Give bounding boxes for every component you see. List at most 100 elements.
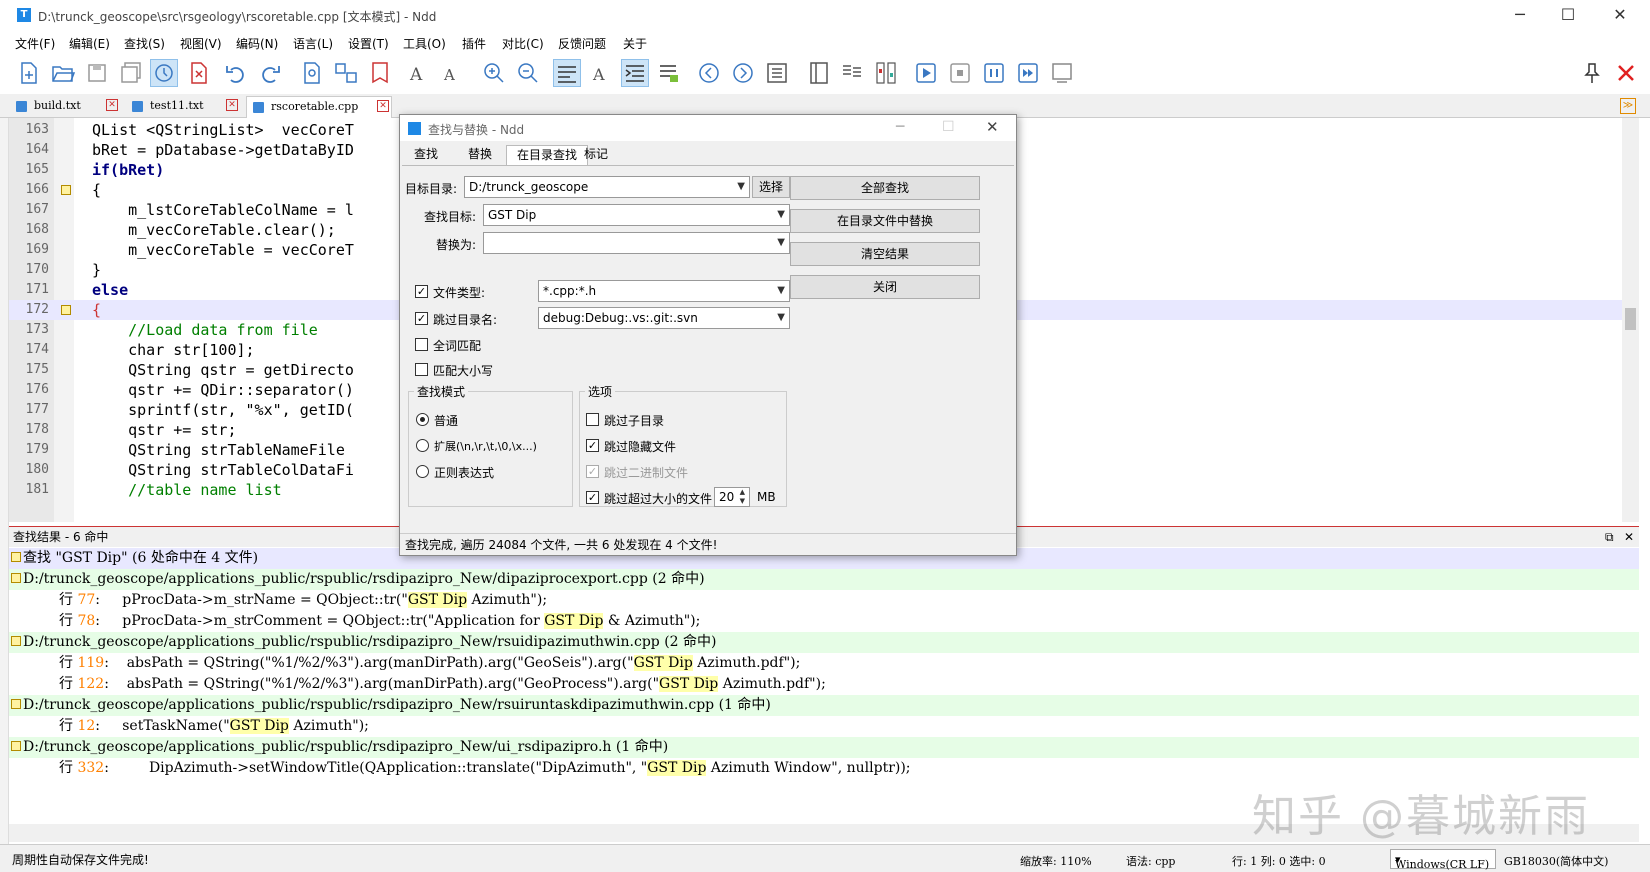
scroll-thumb[interactable] xyxy=(1625,308,1636,330)
result-file[interactable]: D:/trunck_geoscope/applications_public/r… xyxy=(9,569,1639,590)
collapse-icon[interactable] xyxy=(11,573,21,583)
zoom-out-icon[interactable] xyxy=(514,59,542,87)
collapse-icon[interactable] xyxy=(11,699,21,709)
doc-map-icon[interactable] xyxy=(655,59,683,87)
tab-test11-txt[interactable]: test11.txt ✕ xyxy=(126,96,242,118)
minimize-button[interactable]: ─ xyxy=(1500,4,1540,28)
filetype-combo[interactable]: *.cpp:*.h ▼ xyxy=(538,280,790,302)
open-folder-icon[interactable] xyxy=(49,59,77,87)
pin-icon[interactable] xyxy=(1578,59,1606,87)
dialog-minimize-button[interactable]: ─ xyxy=(896,119,904,135)
prev-icon[interactable] xyxy=(695,59,723,87)
mode-normal-radio[interactable] xyxy=(416,413,429,426)
result-hit[interactable]: 行 12: setTaskName("GST Dip Azimuth"); xyxy=(9,716,1639,737)
result-hit[interactable]: 行 78: pProcData->m_strComment = QObject:… xyxy=(9,611,1639,632)
result-file[interactable]: D:/trunck_geoscope/applications_public/r… xyxy=(9,737,1639,758)
tab-find[interactable]: 查找 xyxy=(404,145,448,165)
size-spinbox[interactable]: 20 ▲ ▼ xyxy=(714,487,750,507)
float-panel-icon[interactable]: ⧉ xyxy=(1605,527,1614,547)
tab-mark[interactable]: 标记 xyxy=(574,145,618,165)
fast-forward-icon[interactable] xyxy=(1014,59,1042,87)
editor-vertical-scrollbar[interactable] xyxy=(1622,118,1639,522)
menu-feedback[interactable]: 反馈问题 xyxy=(558,35,606,52)
menu-language[interactable]: 语言(L) xyxy=(293,35,333,52)
indent-guide-icon[interactable] xyxy=(621,59,649,87)
play-macro-icon[interactable] xyxy=(912,59,940,87)
menu-settings[interactable]: 设置(T) xyxy=(348,35,389,52)
panel-left-icon[interactable] xyxy=(805,59,833,87)
find-file-icon[interactable] xyxy=(298,59,326,87)
collapse-icon[interactable] xyxy=(11,741,21,751)
zoom-in-icon[interactable] xyxy=(480,59,508,87)
skip-large-checkbox[interactable]: ✓ xyxy=(586,491,599,504)
skip-hidden-checkbox[interactable]: ✓ xyxy=(586,439,599,452)
diff-icon[interactable] xyxy=(838,59,866,87)
pause-icon[interactable] xyxy=(980,59,1008,87)
menu-compare[interactable]: 对比(C) xyxy=(502,35,544,52)
tab-replace[interactable]: 替换 xyxy=(458,145,502,165)
stop-macro-icon[interactable] xyxy=(946,59,974,87)
result-hit[interactable]: 行 122: absPath = QString("%1/%2/%3").arg… xyxy=(9,674,1639,695)
close-window-button[interactable]: ✕ xyxy=(1600,4,1640,28)
mode-regex-radio[interactable] xyxy=(416,465,429,478)
status-encoding[interactable]: GB18030(简体中文) xyxy=(1504,853,1608,869)
tab-list-icon[interactable]: ≫ xyxy=(1620,98,1636,114)
show-symbols-icon[interactable]: A xyxy=(587,59,615,87)
menu-tools[interactable]: 工具(O) xyxy=(403,35,446,52)
find-all-button[interactable]: 全部查找 xyxy=(790,176,980,200)
replace-with-combo[interactable]: ▼ xyxy=(483,232,790,254)
tab-rscoretable-cpp[interactable]: rscoretable.cpp ✕ xyxy=(246,96,392,118)
skipdir-checkbox[interactable]: ✓ xyxy=(415,312,428,325)
fold-toggle-icon[interactable] xyxy=(61,185,71,195)
menu-encoding[interactable]: 编码(N) xyxy=(236,35,278,52)
word-wrap-icon[interactable] xyxy=(553,59,581,87)
mode-extended-radio[interactable] xyxy=(416,439,429,452)
collapse-icon[interactable] xyxy=(11,636,21,646)
skip-subdir-checkbox[interactable] xyxy=(586,413,599,426)
replace-in-dir-button[interactable]: 在目录文件中替换 xyxy=(790,209,980,233)
dialog-close-button[interactable]: ✕ xyxy=(986,118,999,136)
next-icon[interactable] xyxy=(729,59,757,87)
choose-dir-button[interactable]: 选择 xyxy=(752,176,790,198)
skipdir-combo[interactable]: debug:Debug:.vs:.git:.svn ▼ xyxy=(538,307,790,329)
close-file-icon[interactable] xyxy=(184,59,212,87)
result-file[interactable]: D:/trunck_geoscope/applications_public/r… xyxy=(9,695,1639,716)
tab-close-icon[interactable]: ✕ xyxy=(226,99,238,111)
close-red-icon[interactable] xyxy=(1612,59,1640,87)
eol-select[interactable]: Windows(CR LF) ▾ xyxy=(1390,849,1496,871)
bookmark-icon[interactable] xyxy=(366,59,394,87)
menu-edit[interactable]: 编辑(E) xyxy=(69,35,110,52)
menu-search[interactable]: 查找(S) xyxy=(124,35,165,52)
result-file[interactable]: D:/trunck_geoscope/applications_public/r… xyxy=(9,632,1639,653)
save-macro-icon[interactable] xyxy=(1048,59,1076,87)
dialog-maximize-button[interactable]: ☐ xyxy=(942,119,955,135)
whole-word-checkbox[interactable] xyxy=(415,338,428,351)
list-icon[interactable] xyxy=(763,59,791,87)
close-dialog-button[interactable]: 关闭 xyxy=(790,275,980,299)
save-icon[interactable] xyxy=(83,59,111,87)
maximize-button[interactable]: ☐ xyxy=(1548,4,1588,28)
collapse-icon[interactable] xyxy=(11,552,21,562)
find-target-combo[interactable]: GST Dip ▼ xyxy=(483,204,790,226)
tab-close-icon[interactable]: ✕ xyxy=(377,100,389,112)
save-all-icon[interactable] xyxy=(117,59,145,87)
compare-icon[interactable] xyxy=(332,59,360,87)
font-smaller-icon[interactable]: A xyxy=(439,59,467,87)
sync-scroll-icon[interactable] xyxy=(872,59,900,87)
clear-results-button[interactable]: 清空结果 xyxy=(790,242,980,266)
undo-icon[interactable] xyxy=(222,59,250,87)
fold-toggle-icon[interactable] xyxy=(61,305,71,315)
menu-view[interactable]: 视图(V) xyxy=(180,35,222,52)
filetype-checkbox[interactable]: ✓ xyxy=(415,285,428,298)
result-hit[interactable]: 行 77: pProcData->m_strName = QObject::tr… xyxy=(9,590,1639,611)
redo-icon[interactable] xyxy=(256,59,284,87)
result-hit[interactable]: 行 332: DipAzimuth->setWindowTitle(QAppli… xyxy=(9,758,1639,779)
tab-build-txt[interactable]: build.txt ✕ xyxy=(10,96,122,118)
auto-save-icon[interactable] xyxy=(150,59,178,87)
match-case-checkbox[interactable] xyxy=(415,363,428,376)
close-panel-icon[interactable]: ✕ xyxy=(1624,527,1634,547)
new-file-icon[interactable] xyxy=(14,59,42,87)
font-larger-icon[interactable]: A xyxy=(405,59,433,87)
result-hit[interactable]: 行 119: absPath = QString("%1/%2/%3").arg… xyxy=(9,653,1639,674)
menu-about[interactable]: 关于 xyxy=(623,35,647,52)
